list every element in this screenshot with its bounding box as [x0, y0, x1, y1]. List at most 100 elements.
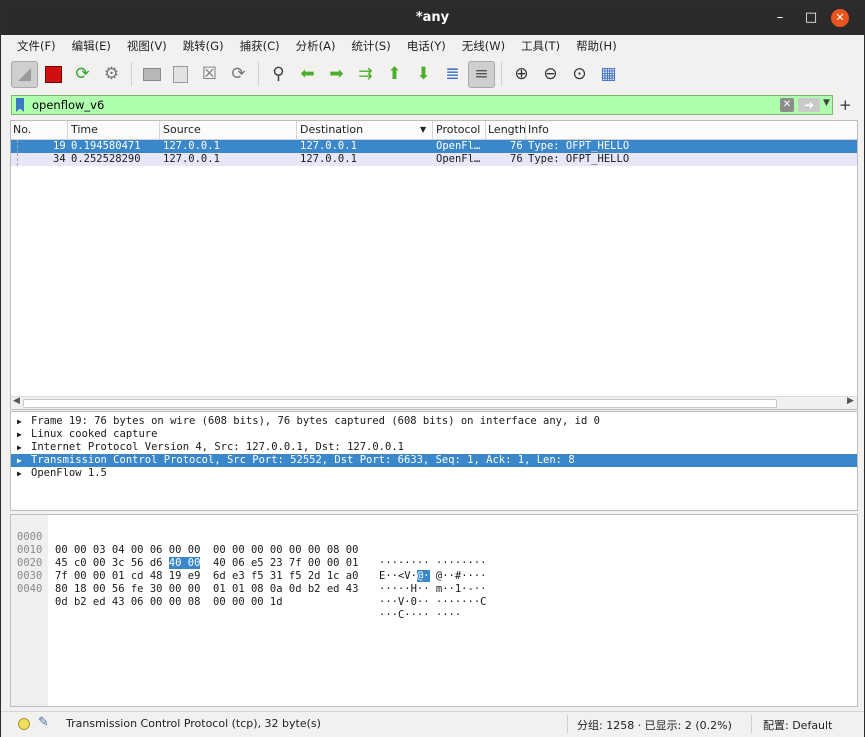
- status-separator: [751, 715, 752, 733]
- menu-bar: 文件(F) 编辑(E) 视图(V) 跳转(G) 捕获(C) 分析(A) 统计(S…: [1, 35, 864, 57]
- add-filter-button-icon[interactable]: +: [839, 96, 852, 114]
- column-separator: [67, 121, 68, 139]
- find-packet-icon[interactable]: ⚲: [265, 61, 292, 88]
- status-separator: [567, 715, 568, 733]
- tree-item-label: Transmission Control Protocol, Src Port:…: [31, 454, 575, 466]
- stop-capture-icon[interactable]: [40, 61, 67, 88]
- restart-capture-icon[interactable]: ⟳: [69, 61, 96, 88]
- filter-bookmark-icon[interactable]: [16, 98, 24, 112]
- shark-fin-icon[interactable]: ◢: [11, 60, 38, 88]
- menu-view[interactable]: 视图(V): [119, 38, 175, 54]
- open-file-icon[interactable]: [138, 61, 165, 88]
- menu-wireless[interactable]: 无线(W): [454, 38, 513, 54]
- column-destination[interactable]: Destination: [300, 123, 363, 136]
- autoscroll-icon[interactable]: ≣: [439, 61, 466, 88]
- packet-details-tree[interactable]: ▶ Frame 19: 76 bytes on wire (608 bits),…: [10, 411, 858, 511]
- packet-row[interactable]: 34 0.252528290 127.0.0.1 127.0.0.1 OpenF…: [11, 153, 857, 166]
- expert-info-icon[interactable]: [18, 718, 30, 730]
- maximize-icon[interactable]: □: [802, 9, 820, 27]
- hex-ascii[interactable]: ···C···· ····: [379, 609, 461, 622]
- display-filter-bar[interactable]: openflow_v6 ✕ ➜ ▼: [11, 95, 833, 115]
- hex-row: 0030 80 18 00 56 fe 30 00 00 01 01 08 0a…: [11, 557, 857, 608]
- expand-arrow-icon[interactable]: ▶: [17, 467, 22, 480]
- packet-list[interactable]: No. Time Source Destination ▼ Protocol L…: [10, 120, 858, 410]
- column-length[interactable]: Length: [488, 123, 526, 136]
- colorize-icon[interactable]: ≡: [468, 60, 495, 88]
- status-packet-count: 分组: 1258 · 已显示: 2 (0.2%): [577, 719, 732, 732]
- status-profile[interactable]: 配置: Default: [763, 717, 832, 733]
- status-field-info: Transmission Control Protocol (tcp), 32 …: [66, 717, 321, 730]
- normal-size-icon[interactable]: ⊙: [566, 61, 593, 88]
- expand-arrow-icon[interactable]: ▶: [17, 415, 22, 428]
- resize-columns-icon[interactable]: ▦: [595, 61, 622, 88]
- menu-file[interactable]: 文件(F): [9, 38, 64, 54]
- menu-tools[interactable]: 工具(T): [513, 38, 568, 54]
- clear-filter-icon[interactable]: ✕: [780, 98, 794, 112]
- hex-bytes-text: 80 18 00 56 fe 30 00 00 01 01 08 0a 0d b…: [55, 583, 359, 595]
- packet-list-hscrollbar[interactable]: ◀ ▶: [11, 396, 857, 409]
- tree-item-tcp[interactable]: ▶ Transmission Control Protocol, Src Por…: [11, 454, 857, 467]
- packet-destination: 127.0.0.1: [300, 140, 357, 152]
- last-packet-icon[interactable]: ⬇: [410, 61, 437, 88]
- toolbar-separator: [131, 62, 132, 86]
- hex-dump-pane[interactable]: 0000 00 00 03 04 00 06 00 00 00 00 00 00…: [10, 514, 858, 707]
- menu-help[interactable]: 帮助(H): [568, 38, 625, 54]
- zoom-out-icon[interactable]: ⊖: [537, 61, 564, 88]
- column-protocol[interactable]: Protocol: [436, 123, 480, 136]
- display-filter-input[interactable]: openflow_v6: [32, 98, 104, 112]
- save-file-icon[interactable]: [167, 61, 194, 88]
- packet-source: 127.0.0.1: [163, 153, 220, 165]
- tree-item-linux-cooked[interactable]: ▶ Linux cooked capture: [11, 428, 857, 441]
- hex-ascii[interactable]: ···V·0·· ·······C: [379, 596, 486, 609]
- menu-analyze[interactable]: 分析(A): [288, 38, 344, 54]
- scroll-right-icon[interactable]: ▶: [847, 396, 854, 406]
- minimize-icon[interactable]: –: [771, 9, 789, 27]
- hex-bytes[interactable]: 0d b2 ed 43 06 00 00 08 00 00 00 1d: [55, 596, 283, 609]
- packet-row[interactable]: 19 0.194580471 127.0.0.1 127.0.0.1 OpenF…: [11, 140, 857, 153]
- column-separator: [485, 121, 486, 139]
- status-bar: ✎ Transmission Control Protocol (tcp), 3…: [1, 711, 864, 737]
- go-to-packet-icon[interactable]: ⇉: [352, 61, 379, 88]
- apply-filter-icon[interactable]: ➜: [798, 98, 820, 112]
- first-packet-icon[interactable]: ⬆: [381, 61, 408, 88]
- packet-length: 76: [510, 153, 523, 165]
- reload-file-icon[interactable]: ⟳: [225, 61, 252, 88]
- go-forward-icon[interactable]: ➡: [323, 61, 350, 88]
- zoom-in-icon[interactable]: ⊕: [508, 61, 535, 88]
- tree-item-ipv4[interactable]: ▶ Internet Protocol Version 4, Src: 127.…: [11, 441, 857, 454]
- packet-list-header: No. Time Source Destination ▼ Protocol L…: [11, 121, 857, 140]
- expand-arrow-icon[interactable]: ▶: [17, 428, 22, 441]
- filter-dropdown-icon[interactable]: ▼: [823, 98, 830, 108]
- scrollbar-thumb[interactable]: [23, 399, 777, 408]
- column-source[interactable]: Source: [163, 123, 201, 136]
- tree-item-label: Linux cooked capture: [31, 428, 158, 440]
- column-time[interactable]: Time: [71, 123, 98, 136]
- toolbar-separator: [501, 62, 502, 86]
- column-separator: [525, 121, 526, 139]
- close-icon[interactable]: ✕: [831, 9, 849, 27]
- scroll-left-icon[interactable]: ◀: [13, 396, 20, 406]
- close-file-icon[interactable]: ☒: [196, 61, 223, 88]
- tree-item-frame[interactable]: ▶ Frame 19: 76 bytes on wire (608 bits),…: [11, 415, 857, 428]
- expand-arrow-icon[interactable]: ▶: [17, 454, 22, 467]
- packet-no: 19: [53, 140, 66, 152]
- tree-item-label: Internet Protocol Version 4, Src: 127.0.…: [31, 441, 404, 453]
- hex-bytes[interactable]: 80 18 00 56 fe 30 00 00 01 01 08 0a 0d b…: [55, 583, 358, 596]
- menu-go[interactable]: 跳转(G): [175, 38, 232, 54]
- go-back-icon[interactable]: ⬅: [294, 61, 321, 88]
- sort-indicator-icon: ▼: [420, 125, 427, 134]
- hex-row: 0000 00 00 03 04 00 06 00 00 00 00 00 00…: [11, 518, 857, 569]
- hex-ascii[interactable]: ·····H·· m··1·-··: [379, 583, 486, 596]
- menu-capture[interactable]: 捕获(C): [232, 38, 288, 54]
- menu-edit[interactable]: 编辑(E): [64, 38, 119, 54]
- capture-comment-icon[interactable]: ✎: [38, 715, 49, 730]
- packet-source: 127.0.0.1: [163, 140, 220, 152]
- column-no[interactable]: No.: [13, 123, 31, 136]
- expand-arrow-icon[interactable]: ▶: [17, 441, 22, 454]
- menu-telephony[interactable]: 电话(Y): [399, 38, 454, 54]
- packet-info: Type: OFPT_HELLO: [528, 153, 630, 165]
- menu-statistics[interactable]: 统计(S): [343, 38, 398, 54]
- capture-options-icon[interactable]: ⚙: [98, 61, 125, 88]
- column-info[interactable]: Info: [528, 123, 549, 136]
- tree-item-openflow[interactable]: ▶ OpenFlow 1.5: [11, 467, 857, 480]
